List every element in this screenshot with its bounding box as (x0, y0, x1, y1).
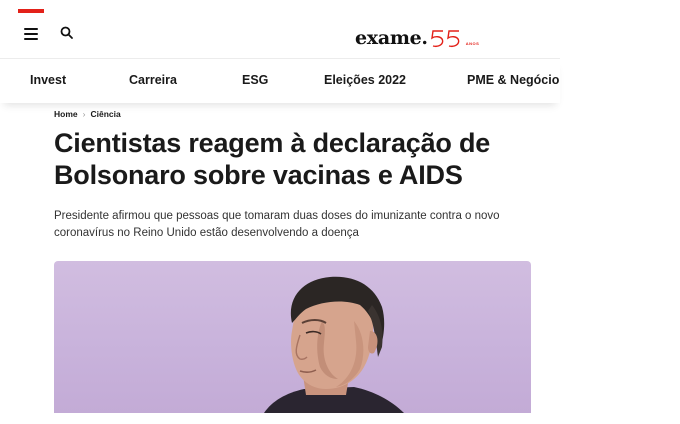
article-subtitle: Presidente afirmou que pessoas que tomar… (54, 210, 500, 239)
chevron-right-icon: › (82, 109, 86, 119)
nav-item-invest[interactable]: Invest (30, 73, 66, 87)
logo-wordmark: exame. (355, 27, 428, 49)
nav-item-esg[interactable]: ESG (242, 73, 268, 87)
article-title: Cientistas reagem à declaração de Bolson… (54, 128, 491, 190)
article-hero-image (54, 261, 531, 413)
breadcrumb-section[interactable]: Ciência (90, 109, 120, 119)
exame-logo[interactable]: exame. ANOS (355, 23, 479, 49)
accent-bar (18, 9, 44, 13)
logo-anos: ANOS (465, 41, 480, 46)
nav-item-pme-negocio[interactable]: PME & Negócio (467, 73, 559, 87)
search-icon[interactable] (59, 25, 75, 41)
nav-item-eleicoes-2022[interactable]: Eleições 2022 (324, 73, 406, 87)
section-nav: Invest Carreira ESG Eleições 2022 PME & … (0, 58, 560, 103)
portrait-photo (264, 276, 404, 413)
breadcrumb-home[interactable]: Home (54, 109, 78, 119)
hamburger-menu-icon[interactable] (24, 28, 38, 40)
breadcrumb: Home › Ciência (54, 109, 121, 119)
nav-item-carreira[interactable]: Carreira (129, 73, 177, 87)
site-header: exame. ANOS (0, 14, 560, 58)
logo-55-mark: ANOS (430, 29, 480, 49)
